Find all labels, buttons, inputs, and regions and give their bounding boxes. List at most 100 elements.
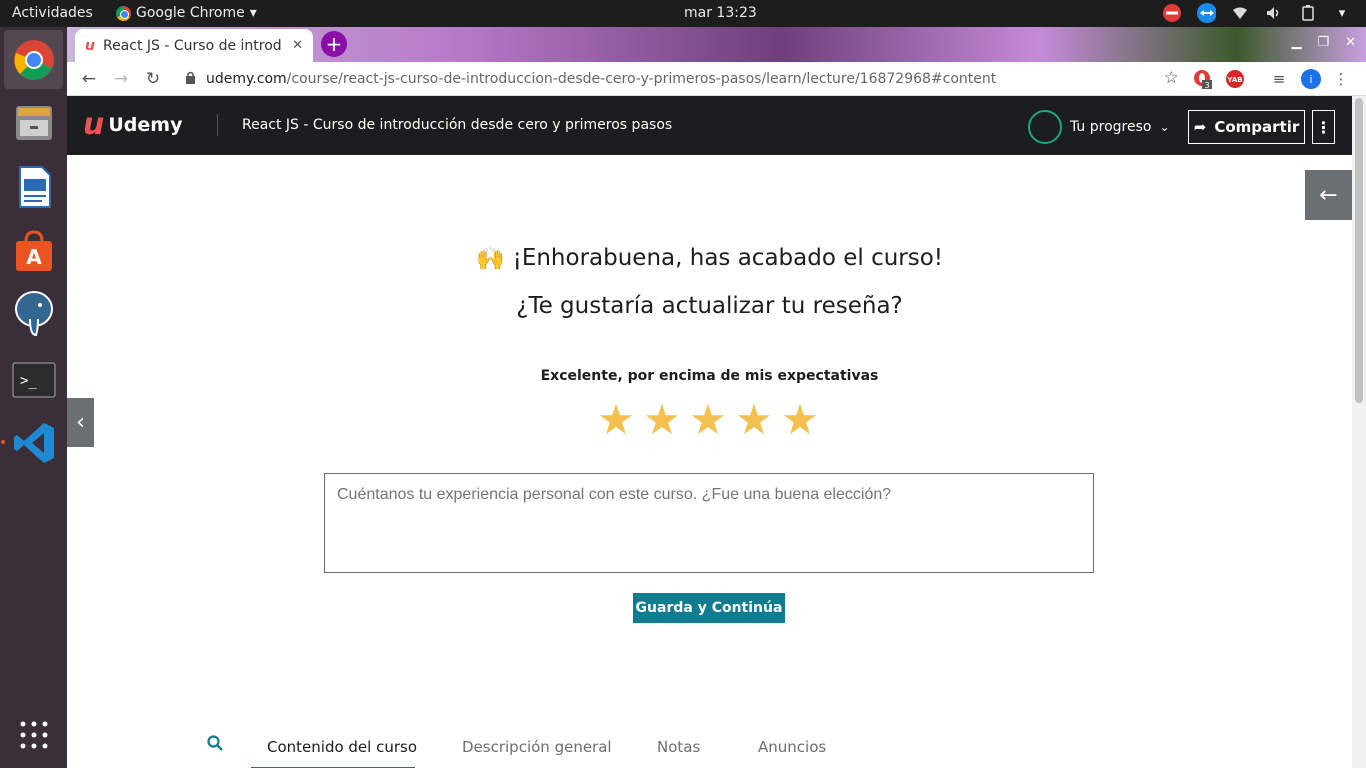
url-domain: udemy.com	[206, 71, 287, 87]
forward-arrow-icon[interactable]: →	[111, 69, 131, 89]
dock-vscode[interactable]	[4, 413, 63, 472]
window-controls: ▁ ❐ ✕	[1291, 35, 1356, 50]
tab-notes[interactable]: Notas	[657, 738, 700, 756]
save-continue-button[interactable]: Guarda y Continúa	[633, 593, 785, 623]
url-path: /course/react-js-curso-de-introduccion-d…	[286, 71, 997, 87]
media-control-icon[interactable]: ≡	[1269, 69, 1289, 89]
course-tabs: Contenido del curso Descripción general …	[187, 725, 1231, 768]
dock-writer[interactable]	[4, 157, 63, 216]
dock: A >_	[0, 27, 67, 768]
dock-chrome[interactable]	[4, 30, 63, 89]
bookmark-star-icon[interactable]: ☆	[1164, 68, 1179, 88]
address-bar[interactable]: udemy.com/course/react-js-curso-de-intro…	[179, 66, 1179, 92]
divider	[217, 114, 218, 136]
kebab-menu-icon: ⋮	[1315, 117, 1332, 137]
chevron-down-icon[interactable]: ▾	[1332, 3, 1352, 23]
vscode-icon	[13, 422, 54, 463]
yab-extension-icon[interactable]: YAB	[1225, 69, 1245, 89]
elephant-icon	[14, 290, 53, 336]
course-title[interactable]: React JS - Curso de introducción desde c…	[242, 117, 672, 133]
tab-title: React JS - Curso de introd	[102, 37, 282, 54]
system-top-bar: Actividades Google Chrome ▾ mar 13:23 ▾	[0, 0, 1366, 27]
sidebar-toggle-button[interactable]: ‹	[67, 398, 94, 447]
show-apps-button[interactable]	[4, 705, 63, 764]
raised-hands-icon: 🙌	[475, 246, 505, 272]
congrats-heading: 🙌 ¡Enhorabuena, has acabado el curso!	[67, 245, 1352, 272]
share-button[interactable]: ➦ Compartir	[1188, 110, 1305, 144]
grid-icon	[20, 721, 47, 748]
clock[interactable]: mar 13:23	[684, 5, 757, 21]
do-not-disturb-icon[interactable]	[1162, 3, 1182, 23]
tab-course-content[interactable]: Contenido del curso	[267, 738, 417, 756]
volume-icon[interactable]	[1264, 3, 1284, 23]
svg-text:>_: >_	[20, 373, 37, 389]
plus-icon: +	[325, 32, 343, 56]
share-label: Compartir	[1214, 118, 1300, 136]
dock-postgres[interactable]	[4, 283, 63, 342]
chrome-icon	[13, 39, 54, 80]
congrats-text: ¡Enhorabuena, has acabado el curso!	[512, 245, 944, 271]
search-icon[interactable]	[207, 735, 223, 756]
star-icon[interactable]: ★	[687, 399, 729, 441]
chrome-icon	[116, 5, 131, 21]
progress-dropdown[interactable]: Tu progreso ⌄	[1028, 110, 1170, 144]
kebab-menu-icon[interactable]: ⋮	[1331, 69, 1351, 89]
scrollbar-thumb[interactable]	[1355, 98, 1363, 403]
svg-text:YAB: YAB	[1226, 76, 1242, 84]
software-store-icon: A	[15, 229, 52, 271]
review-question: ¿Te gustaría actualizar tu reseña?	[516, 293, 903, 319]
expand-panel-button[interactable]: ←	[1305, 170, 1352, 220]
chevron-left-icon: ‹	[76, 410, 85, 435]
running-indicator	[1, 440, 5, 444]
star-icon[interactable]: ★	[733, 399, 775, 441]
udemy-logo[interactable]: u Udemy	[83, 110, 182, 140]
opera-extension-icon[interactable]: 3	[1193, 69, 1213, 89]
terminal-icon: >_	[12, 362, 55, 397]
page-scrollbar[interactable]	[1352, 96, 1366, 768]
close-icon[interactable]: ✕	[1345, 35, 1356, 50]
tab-strip: u React JS - Curso de introd ✕ + ▁ ❐ ✕	[67, 27, 1366, 62]
tab-overview[interactable]: Descripción general	[462, 738, 612, 756]
star-icon[interactable]: ★	[779, 399, 821, 441]
udemy-header: u Udemy React JS - Curso de introducción…	[67, 96, 1352, 155]
browser-window: u React JS - Curso de introd ✕ + ▁ ❐ ✕ ←…	[67, 27, 1366, 768]
rating-label: Excelente, por encima de mis expectativa…	[540, 368, 879, 384]
dock-software[interactable]: A	[4, 221, 63, 280]
restore-icon[interactable]: ❐	[1317, 35, 1329, 50]
app-name: Google Chrome	[136, 5, 245, 21]
back-arrow-icon[interactable]: ←	[79, 69, 99, 89]
tab-announcements[interactable]: Anuncios	[758, 738, 826, 756]
star-icon[interactable]: ★	[641, 399, 683, 441]
document-icon	[18, 165, 51, 208]
minimize-icon[interactable]: ▁	[1291, 35, 1301, 50]
close-icon[interactable]: ✕	[292, 38, 303, 53]
battery-icon[interactable]	[1298, 3, 1318, 23]
svg-text:3: 3	[1204, 81, 1209, 89]
profile-avatar[interactable]: i	[1301, 69, 1321, 89]
progress-label: Tu progreso	[1070, 119, 1152, 135]
chevron-down-icon: ⌄	[1159, 120, 1170, 134]
chevron-down-icon: ▾	[249, 5, 257, 21]
review-textarea[interactable]	[324, 473, 1094, 573]
svg-text:A: A	[26, 245, 42, 269]
activities-button[interactable]: Actividades	[12, 5, 93, 21]
star-icon[interactable]: ★	[595, 399, 637, 441]
new-tab-button[interactable]: +	[321, 31, 347, 57]
wifi-icon[interactable]	[1230, 3, 1250, 23]
file-cabinet-icon	[15, 105, 52, 140]
app-menu[interactable]: Google Chrome ▾	[116, 5, 257, 21]
svg-text:i: i	[1309, 73, 1312, 86]
star-rating[interactable]: ★ ★ ★ ★ ★	[595, 399, 821, 441]
dock-terminal[interactable]: >_	[4, 350, 63, 409]
arrow-left-icon: ←	[1319, 182, 1338, 208]
progress-ring-icon	[1028, 110, 1062, 144]
logo-text: Udemy	[108, 114, 183, 136]
teamviewer-icon[interactable]	[1196, 3, 1216, 23]
more-options-button[interactable]: ⋮	[1312, 110, 1335, 144]
browser-tab[interactable]: u React JS - Curso de introd ✕	[75, 29, 313, 62]
lecture-content: ← ‹ 🙌 ¡Enhorabuena, has acabado el curso…	[67, 155, 1352, 768]
reload-icon[interactable]: ↻	[143, 69, 163, 89]
dock-files[interactable]	[4, 92, 63, 151]
share-arrow-icon: ➦	[1193, 118, 1207, 136]
lock-icon	[185, 71, 196, 88]
